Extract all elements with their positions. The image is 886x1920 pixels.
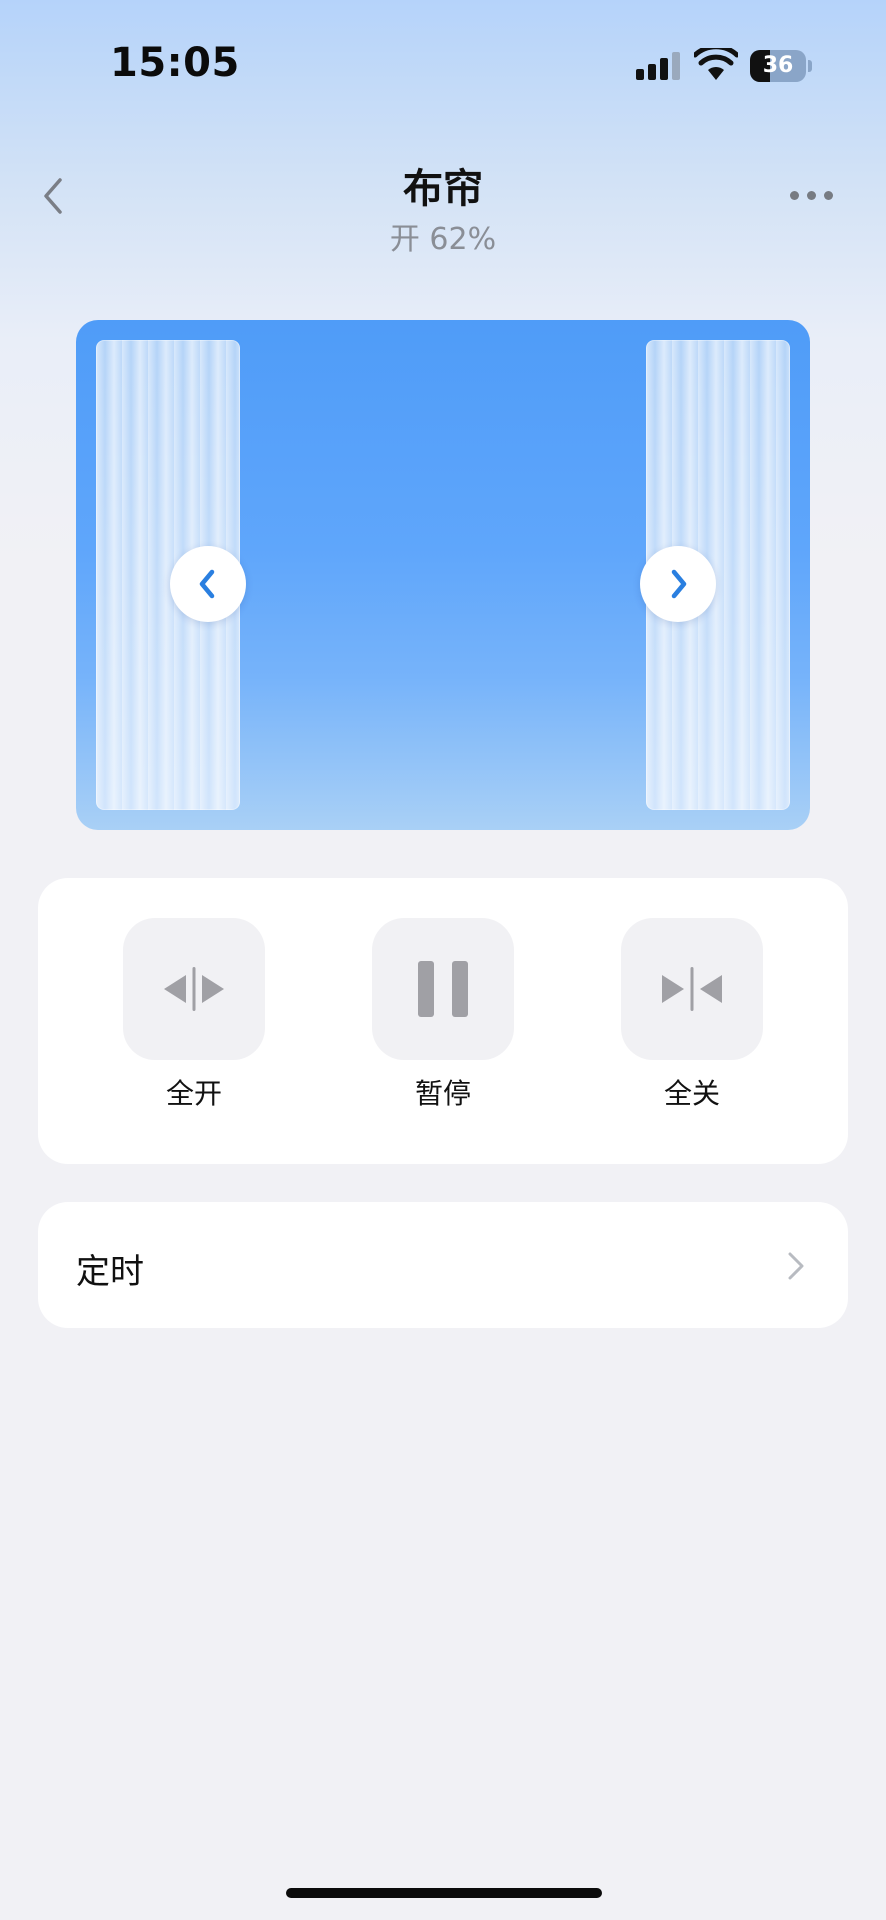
status-time: 15:05 <box>110 40 240 86</box>
pause-icon <box>418 961 468 1017</box>
nav-bar: 布帘 开 62% <box>0 150 886 260</box>
close-all-control[interactable]: 全关 <box>621 918 763 1110</box>
page-title: 布帘 <box>403 166 483 212</box>
battery-icon: 36 <box>750 50 812 82</box>
drag-handle-right[interactable] <box>640 546 716 622</box>
battery-percent: 36 <box>762 53 794 78</box>
status-bar: 15:05 36 <box>0 0 886 120</box>
close-all-button[interactable] <box>621 918 763 1060</box>
open-all-icon <box>164 967 224 1011</box>
pause-button[interactable] <box>372 918 514 1060</box>
home-indicator <box>286 1888 602 1898</box>
timer-label: 定时 <box>76 1252 144 1292</box>
chevron-left-icon <box>199 569 215 599</box>
pause-control[interactable]: 暂停 <box>372 918 514 1110</box>
close-all-icon <box>662 967 722 1011</box>
curtain-visual <box>76 320 810 830</box>
controls-card: 全开 暂停 全关 <box>38 878 848 1164</box>
cellular-signal-icon <box>636 50 682 80</box>
chevron-right-icon <box>671 569 687 599</box>
open-all-button[interactable] <box>123 918 265 1060</box>
pause-label: 暂停 <box>414 1077 471 1110</box>
drag-handle-left[interactable] <box>170 546 246 622</box>
open-all-label: 全开 <box>165 1077 222 1110</box>
chevron-right-icon <box>788 1252 804 1280</box>
more-options-icon[interactable] <box>790 180 836 210</box>
curtain-status-text: 开 62% <box>389 222 497 257</box>
open-all-control[interactable]: 全开 <box>123 918 265 1110</box>
wifi-icon <box>694 48 738 80</box>
timer-row[interactable]: 定时 <box>38 1202 848 1328</box>
close-all-label: 全关 <box>663 1077 720 1110</box>
